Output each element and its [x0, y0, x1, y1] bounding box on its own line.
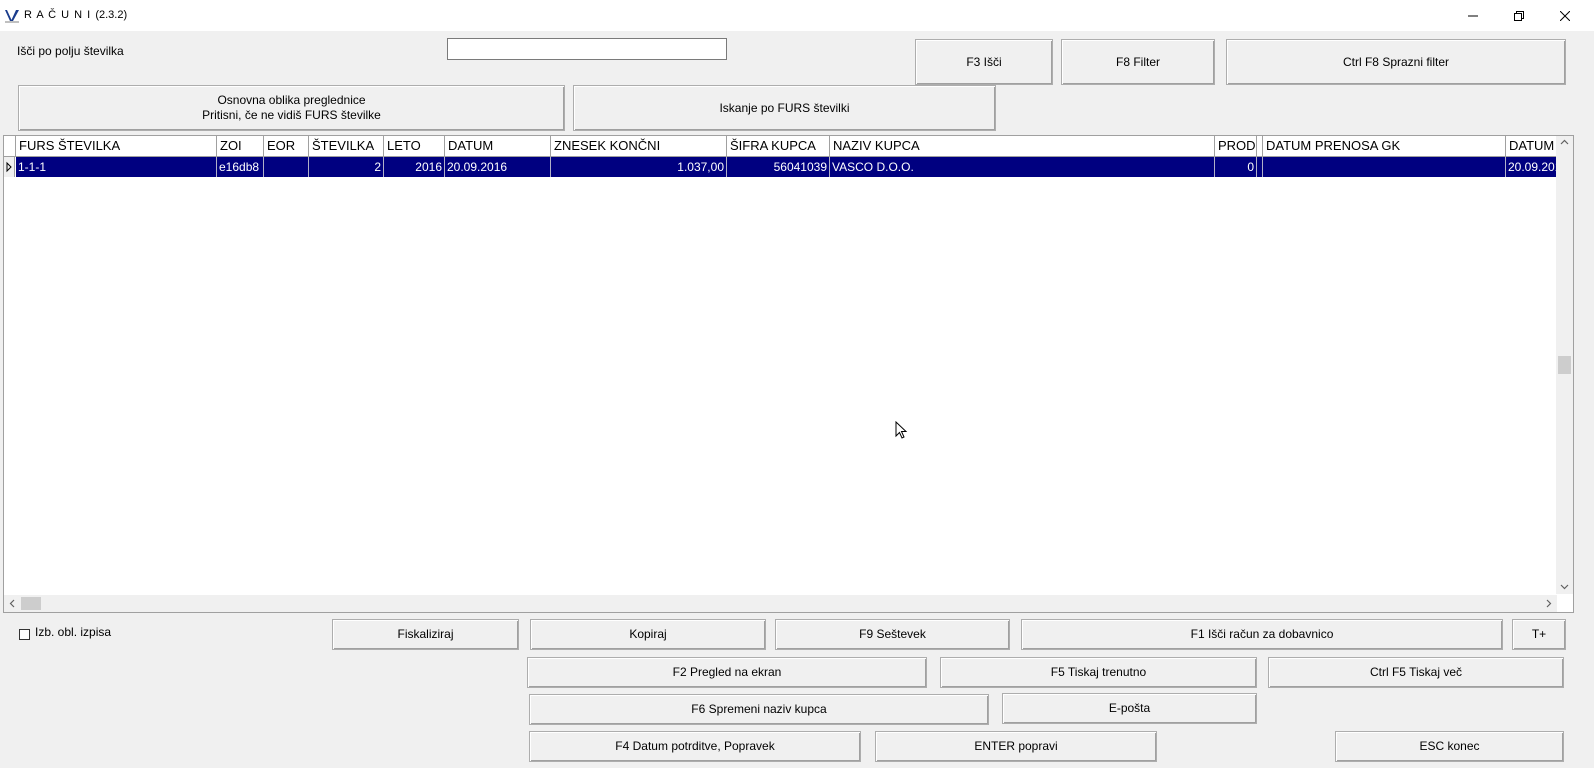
cell-zoi[interactable]: e16db8 [217, 157, 264, 177]
minimize-icon [1468, 15, 1478, 16]
cell-datum-prenosa[interactable] [1263, 157, 1506, 177]
restore-icon [1514, 10, 1524, 21]
invoice-grid[interactable]: FURS ŠTEVILKA ZOI EOR ŠTEVILKA LETO DATU… [3, 135, 1574, 613]
cell-znesek[interactable]: 1.037,00 [551, 157, 727, 177]
print-form-label: Izb. obl. izpisa [35, 625, 112, 639]
cell-prod[interactable]: 0 [1215, 157, 1257, 177]
cell-naziv[interactable]: VASCO D.O.O. [830, 157, 1215, 177]
col-header-prod[interactable]: PROD [1215, 136, 1257, 157]
t-plus-button[interactable]: T+ [1512, 619, 1566, 650]
close-icon [1560, 10, 1570, 21]
fiskaliziraj-button[interactable]: Fiskaliziraj [332, 619, 519, 650]
grid-corner [4, 136, 16, 157]
close-button[interactable] [1542, 0, 1588, 31]
basic-view-button[interactable]: Osnovna oblika preglednice Pritisni, če … [18, 85, 565, 131]
search-label: Išči po polju številka [17, 44, 124, 58]
horizontal-scroll-thumb[interactable] [21, 597, 41, 610]
kopiraj-button[interactable]: Kopiraj [530, 619, 766, 650]
exit-button[interactable]: ESC konec [1335, 731, 1564, 762]
window-title: R A Č U N I (2.3.2) [24, 9, 127, 21]
basic-view-line1: Osnovna oblika preglednice [217, 93, 366, 107]
window-version: (2.3.2) [95, 9, 128, 21]
col-header-znesek[interactable]: ZNESEK KONČNI [551, 136, 727, 157]
preview-button[interactable]: F2 Pregled na ekran [527, 657, 927, 688]
clear-filter-button[interactable]: Ctrl F8 Sprazni filter [1226, 39, 1566, 85]
sum-button[interactable]: F9 Seštevek [775, 619, 1010, 650]
search-button[interactable]: F3 Išči [915, 39, 1053, 85]
col-header-datum[interactable]: DATUM [445, 136, 551, 157]
col-header-sifra[interactable]: ŠIFRA KUPCA [727, 136, 830, 157]
vertical-scrollbar[interactable] [1556, 136, 1573, 594]
scroll-down-icon[interactable] [1560, 582, 1569, 591]
edit-button[interactable]: ENTER popravi [875, 731, 1157, 762]
print-current-button[interactable]: F5 Tiskaj trenutno [940, 657, 1257, 688]
print-more-button[interactable]: Ctrl F5 Tiskaj več [1268, 657, 1564, 688]
change-customer-button[interactable]: F6 Spremeni naziv kupca [529, 694, 989, 725]
cell-sifra[interactable]: 56041039 [727, 157, 830, 177]
print-form-checkbox[interactable] [19, 629, 30, 640]
find-invoice-button[interactable]: F1 Išči račun za dobavnico [1021, 619, 1503, 650]
col-header-eor[interactable]: EOR [264, 136, 309, 157]
cell-leto[interactable]: 2016 [384, 157, 445, 177]
title-bar: R A Č U N I (2.3.2) [0, 0, 1594, 31]
window-title-text: R A Č U N I [24, 9, 92, 21]
basic-view-line2: Pritisni, če ne vidiš FURS številke [202, 108, 381, 122]
vertical-scroll-thumb[interactable] [1558, 356, 1571, 374]
col-header-datum-prenosa[interactable]: DATUM PRENOSA GK [1263, 136, 1506, 157]
email-button[interactable]: E-pošta [1002, 693, 1257, 724]
cell-datum[interactable]: 20.09.2016 [445, 157, 551, 177]
scroll-right-icon[interactable] [1544, 599, 1553, 608]
col-header-zoi[interactable]: ZOI [217, 136, 264, 157]
scroll-up-icon[interactable] [1560, 138, 1569, 147]
filter-button[interactable]: F8 Filter [1061, 39, 1215, 85]
cell-furs[interactable]: 1-1-1 [16, 157, 217, 177]
confirm-date-button[interactable]: F4 Datum potrditve, Popravek [529, 731, 861, 762]
cell-stevilka[interactable]: 2 [309, 157, 384, 177]
minimize-button[interactable] [1450, 0, 1496, 31]
row-indicator[interactable] [4, 157, 15, 177]
col-header-naziv[interactable]: NAZIV KUPCA [830, 136, 1215, 157]
cell-eor[interactable] [264, 157, 309, 177]
horizontal-scrollbar[interactable] [4, 595, 1557, 612]
row-pointer-icon [6, 161, 12, 173]
app-icon [5, 10, 19, 23]
search-input[interactable] [447, 38, 727, 60]
scroll-left-icon[interactable] [8, 599, 17, 608]
col-header-leto[interactable]: LETO [384, 136, 445, 157]
col-header-furs[interactable]: FURS ŠTEVILKA [16, 136, 217, 157]
mouse-pointer-icon [895, 421, 908, 439]
restore-button[interactable] [1496, 0, 1542, 31]
furs-search-button[interactable]: Iskanje po FURS številki [573, 85, 996, 131]
col-header-stevilka[interactable]: ŠTEVILKA [309, 136, 384, 157]
